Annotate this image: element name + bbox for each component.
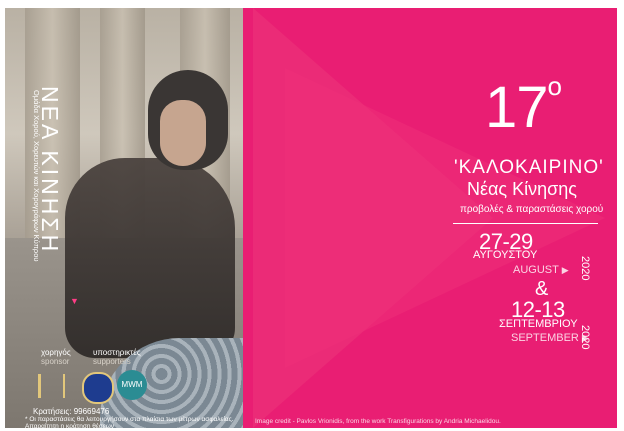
image-credit: Image credit - Pavlos Vrionidis, from th… [255, 418, 501, 425]
play-arrow-icon: ▶ [561, 265, 569, 275]
supporters-label-en: supporters [93, 357, 131, 366]
event-subtitle: προβολές & παραστάσεις χορού [460, 204, 604, 215]
sponsor-label-gr: χορηγός [41, 348, 71, 357]
dancer-body [65, 158, 235, 358]
supporter-logo: MWM [117, 370, 147, 400]
divider [453, 223, 598, 224]
triangle-marker-icon: ▼ [70, 296, 79, 306]
sponsor-logo [38, 374, 65, 398]
event-title-line2: Νέας Κίνησης [467, 179, 577, 199]
vertical-subtitle: Ομάδα Χορού, Χορευτών και Χορογράφων Κύπ… [32, 90, 41, 262]
month-2-english: SEPTEMBER ▶ [511, 332, 589, 344]
month-1-english: AUGUST ▶ [513, 264, 569, 276]
supporters-label-gr: υποστηρικτές [93, 348, 141, 357]
year-2: 2020 [579, 325, 591, 350]
edition-number: 17ο [485, 71, 562, 140]
booking-phone: Κρατήσεις: 99669476 [33, 407, 110, 416]
dancer-face [160, 100, 206, 166]
government-seal-logo [82, 372, 114, 404]
year-1: 2020 [579, 256, 591, 281]
month-2-greek: ΣΕΠΤΕΜΒΡΙΟΥ [499, 318, 578, 330]
month-1-greek: ΑΥΓΟΥΣΤΟΥ [473, 249, 538, 261]
safety-note: * Οι παραστάσεις θα λειτουργήσουν στα πλ… [25, 416, 234, 428]
event-poster: ΝΕΑ ΚΙΝΗΣΗ Ομάδα Χορού, Χορευτών και Χορ… [5, 8, 617, 428]
sponsor-label-en: sponsor [41, 357, 70, 366]
event-title: 'ΚΑΛΟΚΑΙΡΙΝΟ' [454, 157, 604, 178]
